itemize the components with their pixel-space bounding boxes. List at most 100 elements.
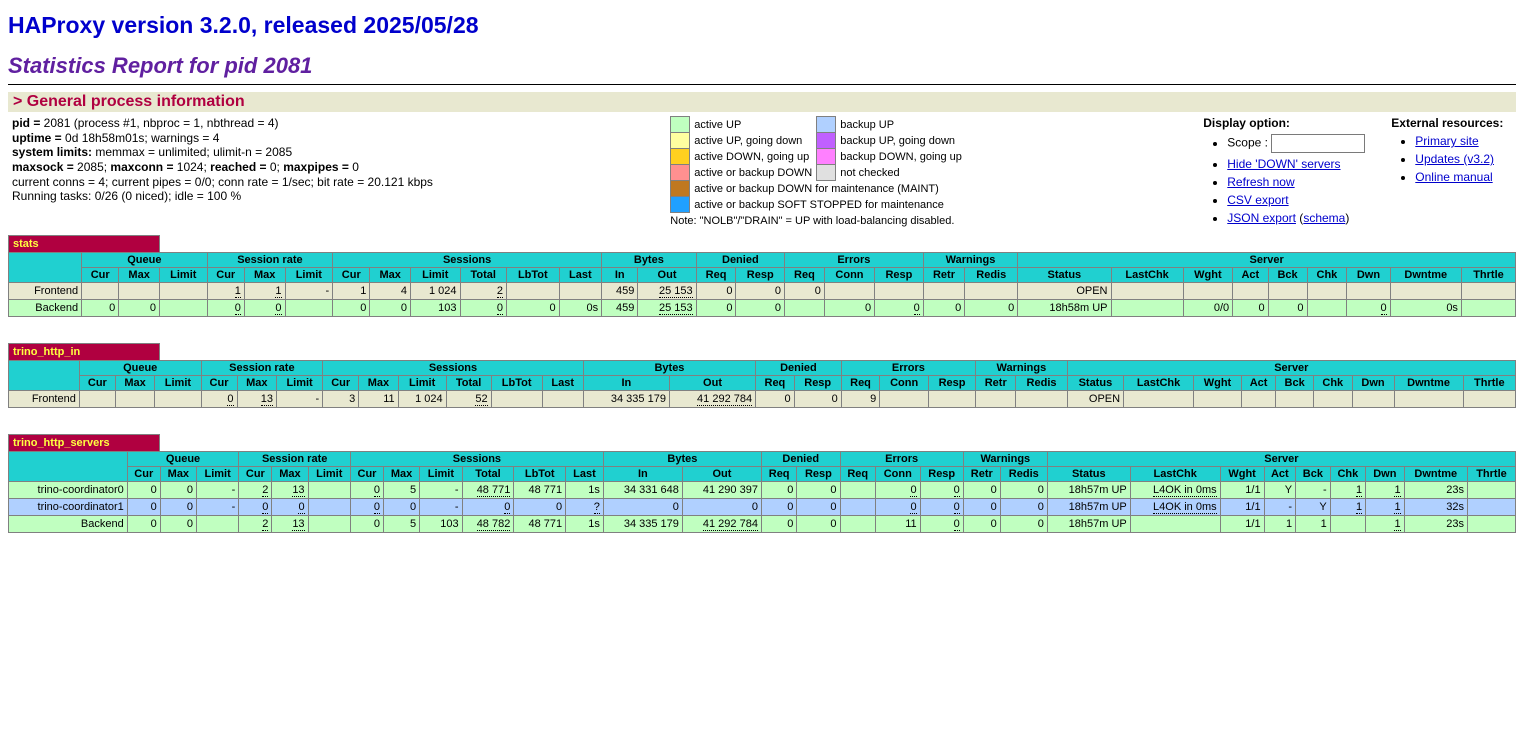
status-legend: active UP backup UP active UP, going dow… (670, 116, 966, 213)
col-last: Last (566, 467, 604, 482)
stat-cell: 0 (785, 283, 825, 300)
stat-cell: Y (1264, 482, 1296, 499)
col-max: Max (359, 376, 398, 391)
col-out: Out (682, 467, 761, 482)
colgroup-sessions: Sessions (333, 253, 602, 268)
stat-cell (1111, 283, 1183, 300)
stat-cell (929, 391, 976, 408)
csv-export-link[interactable]: CSV export (1227, 193, 1288, 207)
external-resources-panel: External resources: Primary siteUpdates … (1387, 116, 1516, 227)
stat-cell (1352, 391, 1394, 408)
legend-swatch-active-or-backup-down-for-maintenance-maint (671, 181, 690, 197)
stat-cell: - (420, 482, 462, 499)
col-dwn: Dwn (1352, 376, 1394, 391)
display-option: CSV export (1227, 193, 1365, 207)
colgroup-queue: Queue (82, 253, 208, 268)
col-bck: Bck (1268, 268, 1307, 283)
col-status: Status (1047, 467, 1130, 482)
stat-cell: 1 024 (398, 391, 446, 408)
proxy-name-link[interactable]: trino_http_servers (13, 437, 110, 449)
col-limit: Limit (398, 376, 446, 391)
col-max: Max (370, 268, 411, 283)
legend-row: active or backup SOFT STOPPED for mainte… (671, 197, 966, 213)
proxy-name-link[interactable]: stats (13, 238, 39, 250)
refresh-now-link[interactable]: Refresh now (1227, 175, 1294, 189)
col-max: Max (244, 268, 285, 283)
stat-value-tooltip: L4OK in 0ms (1153, 501, 1217, 514)
stat-cell (976, 391, 1016, 408)
stat-cell (159, 300, 207, 317)
col-req: Req (756, 376, 795, 391)
hide-down-servers-link[interactable]: Hide 'DOWN' servers (1227, 157, 1340, 171)
stat-cell: 0 (462, 499, 514, 516)
haproxy-version-link[interactable]: HAProxy version 3.2.0, released 2025/05/… (8, 12, 479, 38)
stat-cell: 48 771 (514, 482, 566, 499)
online-manual-link[interactable]: Online manual (1415, 170, 1492, 184)
colgroup-session-rate: Session rate (201, 361, 323, 376)
legend-swatch-active-or-backup-soft-stopped-for-maintenance (671, 197, 690, 213)
col-in: In (603, 467, 682, 482)
col-redis: Redis (1016, 376, 1067, 391)
process-info-value: 1024; (177, 160, 210, 174)
col-wght: Wght (1220, 467, 1264, 482)
col-cur: Cur (207, 268, 244, 283)
process-info-line: system limits: memmax = unlimited; ulimi… (12, 145, 433, 160)
display-option: Hide 'DOWN' servers (1227, 157, 1365, 171)
stat-value-tooltip: 0 (910, 484, 916, 497)
stat-cell: 1s (566, 482, 604, 499)
stat-value-tooltip: 2 (262, 518, 268, 531)
stat-value-tooltip: 0 (954, 484, 960, 497)
colgroup-queue: Queue (127, 452, 239, 467)
process-info-block: pid = 2081 (process #1, nbproc = 1, nbth… (8, 116, 437, 227)
table-row-trino-coordinator1: trino-coordinator100-0000-00?0000000018h… (9, 499, 1516, 516)
stat-cell (82, 283, 119, 300)
legend-swatch-active-up (671, 117, 690, 133)
stat-cell: 0s (559, 300, 601, 317)
col-limit: Limit (159, 268, 207, 283)
col-dwntme: Dwntme (1394, 376, 1463, 391)
col-lbtot: LbTot (507, 268, 560, 283)
stat-cell: - (285, 283, 333, 300)
stat-cell: 0 (761, 482, 796, 499)
stat-cell: 0 (603, 499, 682, 516)
scope-input[interactable] (1271, 134, 1365, 153)
col-limit: Limit (411, 268, 460, 283)
stat-value-tooltip: 0 (374, 484, 380, 497)
stat-cell: 2 (239, 516, 272, 533)
stat-cell: 0 (201, 391, 237, 408)
col-limit: Limit (155, 376, 201, 391)
col-lastchk: LastChk (1111, 268, 1183, 283)
stat-cell: 1s (566, 516, 604, 533)
stat-cell (119, 283, 160, 300)
stat-cell: 1/1 (1220, 516, 1264, 533)
json-schema-link[interactable]: schema (1303, 211, 1345, 225)
stat-value-tooltip: 0 (497, 302, 503, 315)
updates-v3-2-link[interactable]: Updates (v3.2) (1415, 152, 1494, 166)
stat-cell (155, 391, 201, 408)
stat-value-tooltip: 25 153 (659, 302, 693, 315)
display-options-heading: Display option: (1203, 116, 1290, 130)
stat-cell (875, 283, 924, 300)
stat-cell: 4 (370, 283, 411, 300)
stat-cell: 0 (875, 300, 924, 317)
primary-site-link[interactable]: Primary site (1415, 134, 1478, 148)
proxy-name-link[interactable]: trino_http_in (13, 346, 80, 358)
stat-cell (491, 391, 542, 408)
col-req: Req (841, 376, 880, 391)
proxy-title-spacer (159, 236, 1516, 253)
colgroup-session-rate: Session rate (239, 452, 351, 467)
stat-cell: 48 771 (514, 516, 566, 533)
stat-cell: 48 771 (462, 482, 514, 499)
process-info-line: pid = 2081 (process #1, nbproc = 1, nbth… (12, 116, 433, 131)
stat-cell (840, 516, 875, 533)
legend-label: active or backup DOWN for maintenance (M… (690, 181, 966, 197)
stat-cell: OPEN (1067, 391, 1123, 408)
stat-cell (308, 499, 350, 516)
json-export-link[interactable]: JSON export (1227, 211, 1296, 225)
stat-cell (79, 391, 115, 408)
process-info-line: current conns = 4; current pipes = 0/0; … (12, 175, 433, 190)
stat-value-tooltip: 1 (1356, 484, 1362, 497)
row-label: Backend (9, 300, 82, 317)
stat-value-tooltip: 0 (914, 302, 920, 315)
stat-cell: 34 331 648 (603, 482, 682, 499)
